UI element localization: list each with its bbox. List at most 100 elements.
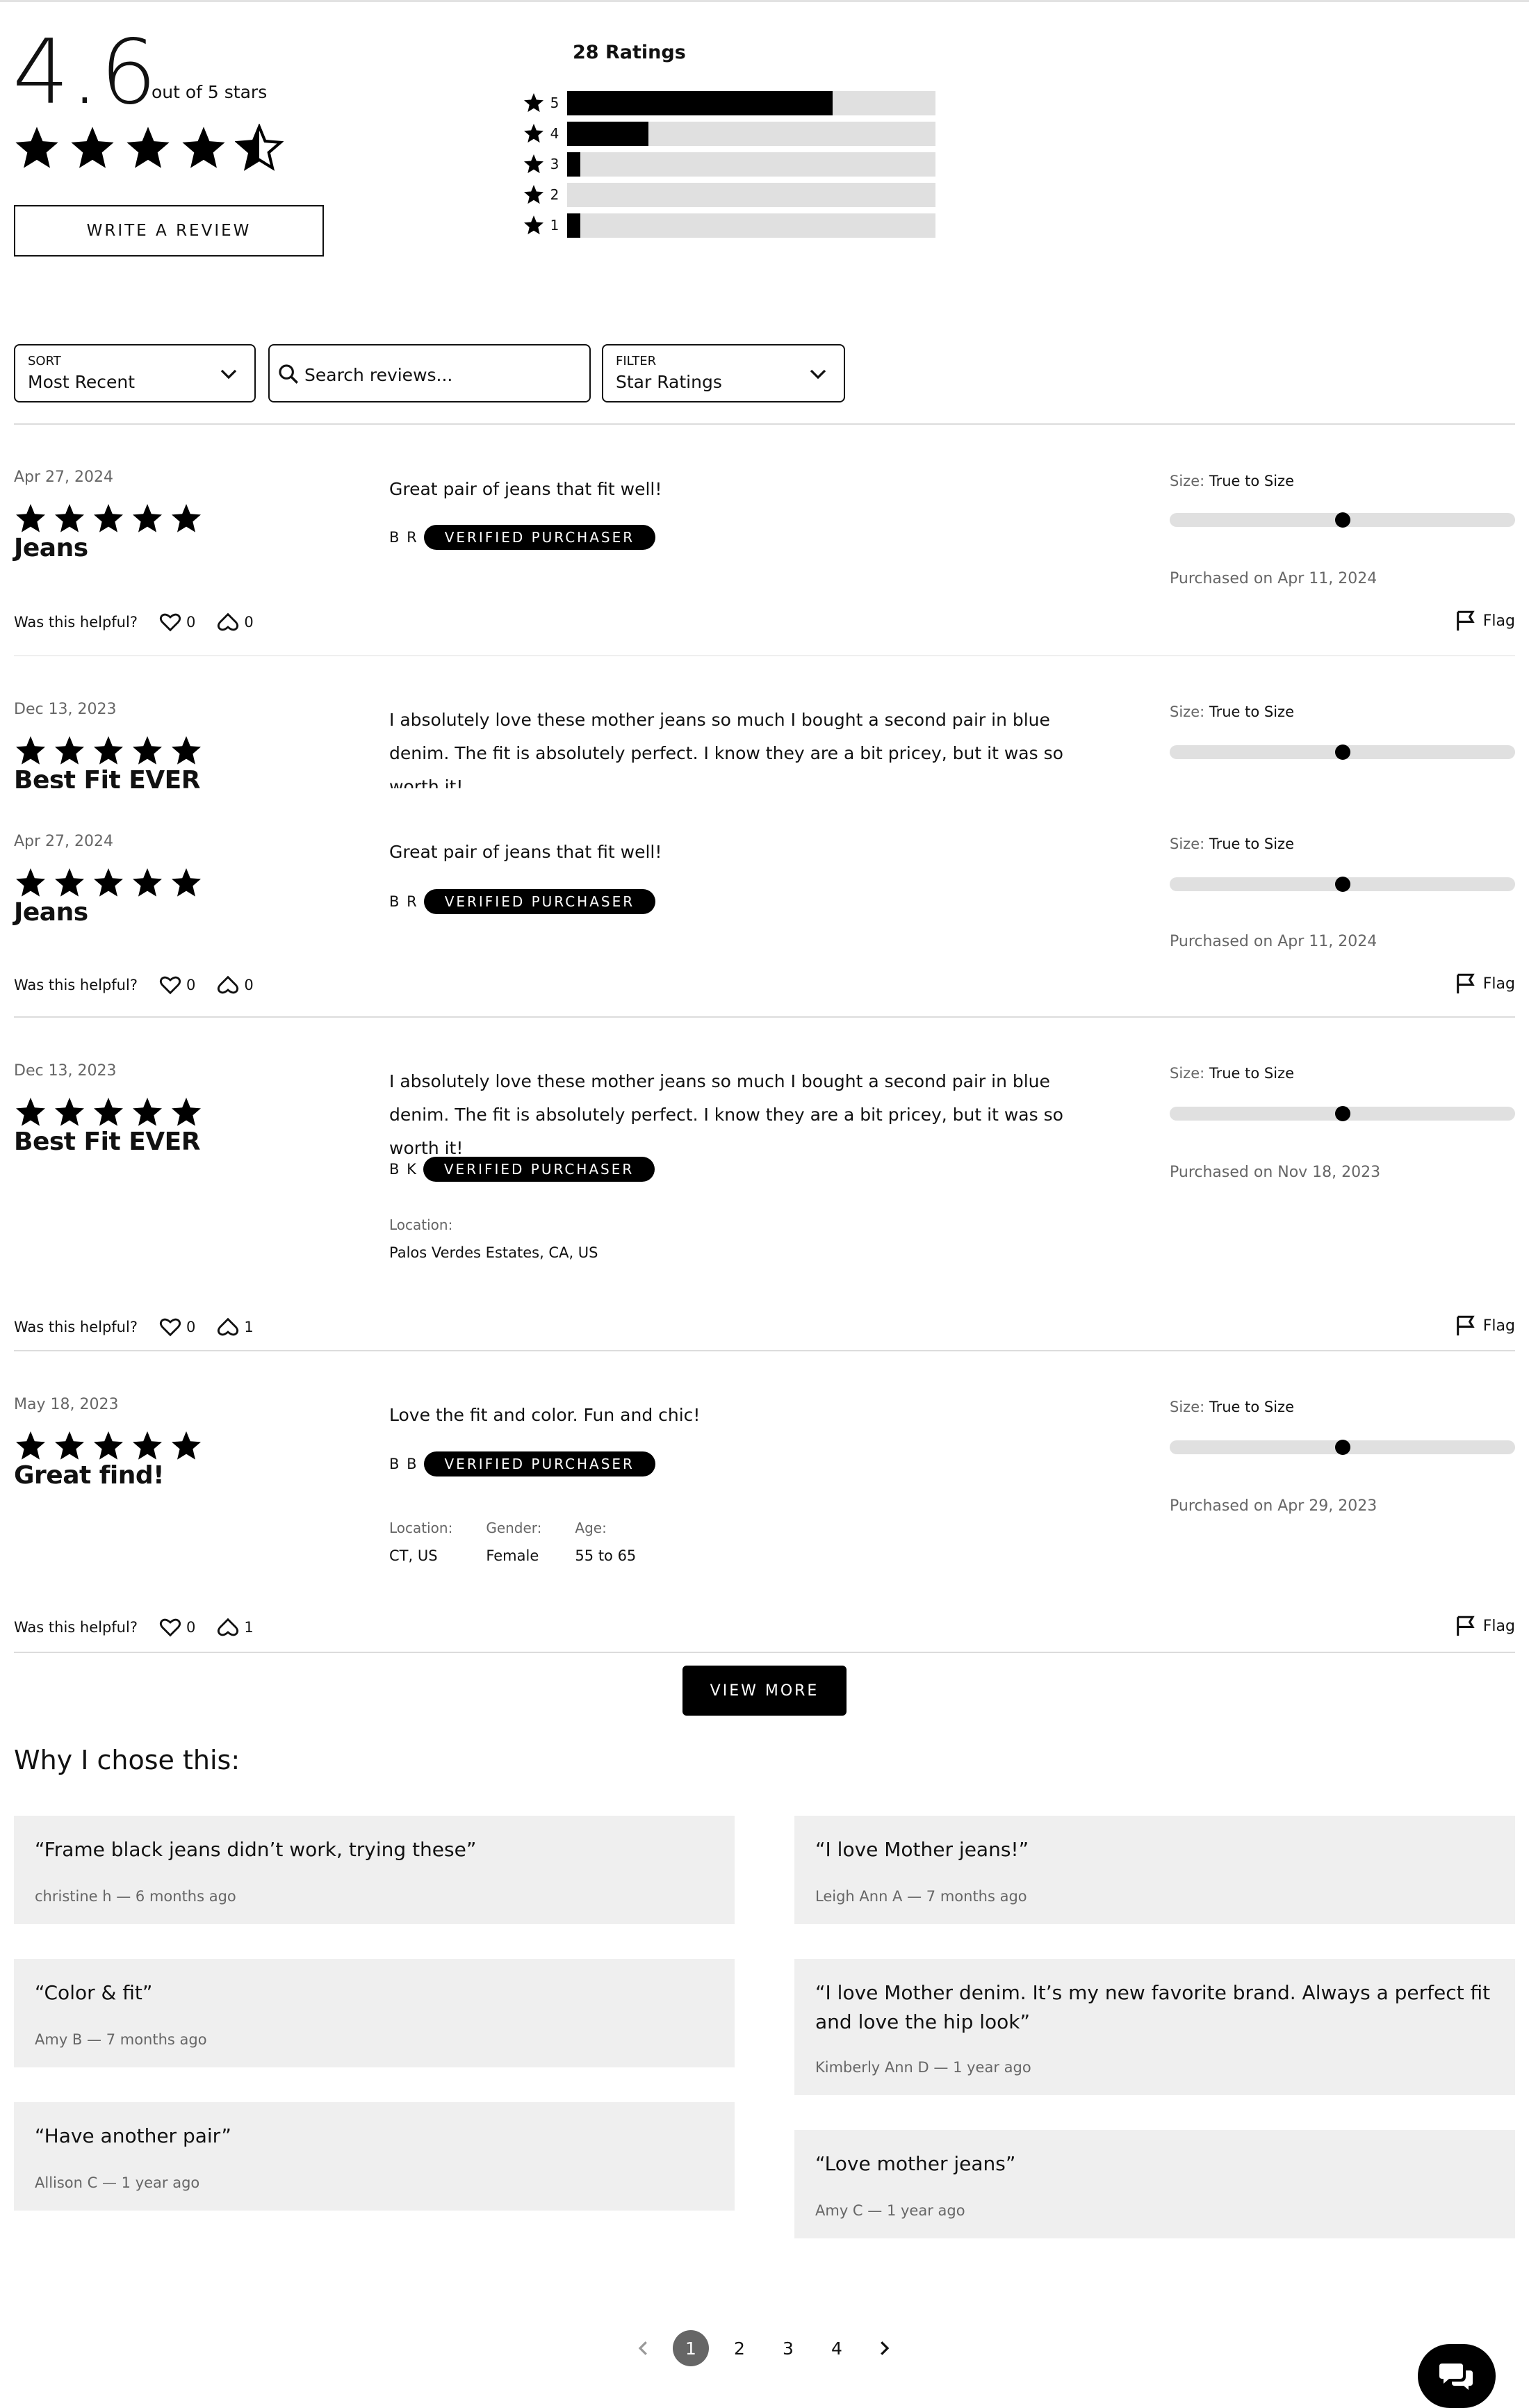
filter-dropdown[interactable]: FILTER Star Ratings (602, 344, 845, 402)
page-button-3[interactable]: 3 (770, 2330, 806, 2366)
fit-slider-marker (1334, 1106, 1350, 1121)
helpful-no-count: 0 (244, 614, 254, 631)
flag-button[interactable]: Flag (1454, 609, 1515, 633)
review-text: Great pair of jeans that fit well! (389, 842, 662, 862)
flag-button[interactable]: Flag (1454, 972, 1515, 995)
dislike-icon (218, 1317, 239, 1336)
review-item: Apr 27, 2024 Jeans Great pair of jeans tha… (0, 424, 1529, 656)
meta-value: 55 to 65 (575, 1547, 637, 1564)
why-author: Kimberly Ann D (815, 2059, 929, 2076)
helpful-no-button[interactable]: 0 (216, 973, 254, 997)
review-stars (14, 1096, 203, 1129)
star-icon (94, 1098, 123, 1126)
helpful-yes-button[interactable]: 0 (158, 1616, 195, 1639)
why-attribution: Leigh Ann A — 7 months ago (815, 1888, 1027, 1905)
histogram-star-label: 4 (550, 125, 559, 142)
star-icon (524, 215, 543, 235)
verified-badge: VERIFIED PURCHASER (423, 1157, 655, 1182)
size-label: Size: (1170, 1399, 1209, 1415)
chat-button[interactable] (1418, 2344, 1496, 2408)
helpful-no-button[interactable]: 1 (216, 1315, 254, 1339)
size-value: True to Size (1209, 703, 1295, 720)
helpful-row: Was this helpful? 0 0 (14, 973, 254, 997)
size-label: Size: (1170, 473, 1209, 489)
prev-page-button[interactable] (630, 2330, 657, 2366)
sort-label: SORT (28, 354, 61, 368)
verified-badge: VERIFIED PURCHASER (423, 889, 656, 914)
next-page-button[interactable] (870, 2330, 898, 2366)
helpful-row: Was this helpful? 0 1 (14, 1616, 254, 1639)
flag-label: Flag (1482, 612, 1515, 630)
why-author: Amy C (815, 2202, 863, 2219)
flag-label: Flag (1482, 1617, 1515, 1635)
histogram-star-label: 5 (550, 95, 559, 111)
page-button-2[interactable]: 2 (721, 2330, 758, 2366)
page-button-1[interactable]: 1 (673, 2330, 709, 2366)
histogram-row[interactable]: 4 (523, 121, 935, 146)
star-icon (172, 868, 201, 897)
meta-value: Female (486, 1547, 539, 1564)
histogram-bar (567, 182, 935, 207)
purchase-date: Purchased on Apr 29, 2023 (1170, 1497, 1377, 1515)
view-more-button[interactable]: VIEW MORE (682, 1666, 847, 1716)
author-initials: B R (389, 529, 418, 546)
helpful-no-button[interactable]: 0 (216, 610, 254, 634)
flag-icon (1456, 1315, 1475, 1336)
purchase-date: Purchased on Apr 11, 2024 (1170, 570, 1377, 587)
why-card: “I love Mother jeans!” Leigh Ann A — 7 mo… (794, 1816, 1515, 1924)
review-item: May 18, 2023 Great find! Love the fit and … (0, 1351, 1529, 1653)
out-of-label: out of 5 stars (152, 82, 268, 102)
flag-icon (1456, 610, 1475, 631)
helpful-row: Was this helpful? 0 1 (14, 1315, 254, 1339)
star-icon (133, 1098, 162, 1126)
helpful-label: Was this helpful? (14, 977, 138, 993)
star-icon (172, 1098, 201, 1126)
size-value: True to Size (1209, 1399, 1295, 1415)
star-icon (133, 504, 162, 532)
star-icon (71, 127, 114, 168)
flag-button[interactable]: Flag (1454, 1614, 1515, 1638)
star-icon (126, 127, 170, 168)
histogram-row[interactable]: 5 (523, 90, 935, 115)
why-quote: “Have another pair” (35, 2124, 231, 2147)
heart-icon (159, 1318, 181, 1337)
star-icon (55, 1431, 84, 1460)
meta-label: Age: (575, 1520, 607, 1536)
fit-slider-marker (1334, 745, 1350, 760)
fit-slider (1170, 1440, 1515, 1455)
why-author: Amy B (35, 2031, 83, 2048)
write-review-button[interactable]: WRITE A REVIEW (14, 205, 324, 257)
review-title: Jeans (14, 898, 88, 927)
review-stars (14, 734, 203, 767)
histogram-row[interactable]: 3 (523, 152, 935, 177)
flag-label: Flag (1482, 975, 1515, 993)
meta-value: CT, US (389, 1547, 438, 1564)
author-initials: B R (389, 893, 418, 910)
fit-slider-marker (1334, 512, 1350, 528)
purchase-date: Purchased on Apr 11, 2024 (1170, 933, 1377, 950)
page-button-4[interactable]: 4 (819, 2330, 855, 2366)
review-meta: Location: CT, US Gender: Female Age: 55 to 65 (389, 1520, 636, 1564)
review-title: Best Fit EVER (14, 766, 200, 788)
sort-dropdown[interactable]: SORT Most Recent (14, 344, 256, 402)
why-separator: — (929, 2059, 954, 2076)
helpful-yes-button[interactable]: 0 (158, 1315, 195, 1339)
why-card: “Have another pair” Allison C — 1 year ag… (14, 2102, 735, 2211)
star-icon (182, 127, 225, 168)
helpful-no-button[interactable]: 1 (216, 1616, 254, 1639)
author-initials: B K (389, 1161, 418, 1178)
flag-button[interactable]: Flag (1454, 1314, 1515, 1337)
histogram-row[interactable]: 1 (523, 213, 935, 238)
search-icon (279, 364, 298, 384)
star-icon (172, 736, 201, 765)
helpful-yes-button[interactable]: 0 (158, 973, 195, 997)
histogram-bar-fill (567, 121, 648, 146)
flag-icon (1456, 973, 1475, 994)
helpful-yes-button[interactable]: 0 (158, 610, 195, 634)
helpful-no-count: 1 (244, 1319, 254, 1335)
search-box[interactable] (268, 344, 848, 402)
star-icon (172, 504, 201, 532)
review-stars (14, 1429, 203, 1463)
heart-icon (159, 613, 181, 632)
histogram-row[interactable]: 2 (523, 182, 935, 207)
